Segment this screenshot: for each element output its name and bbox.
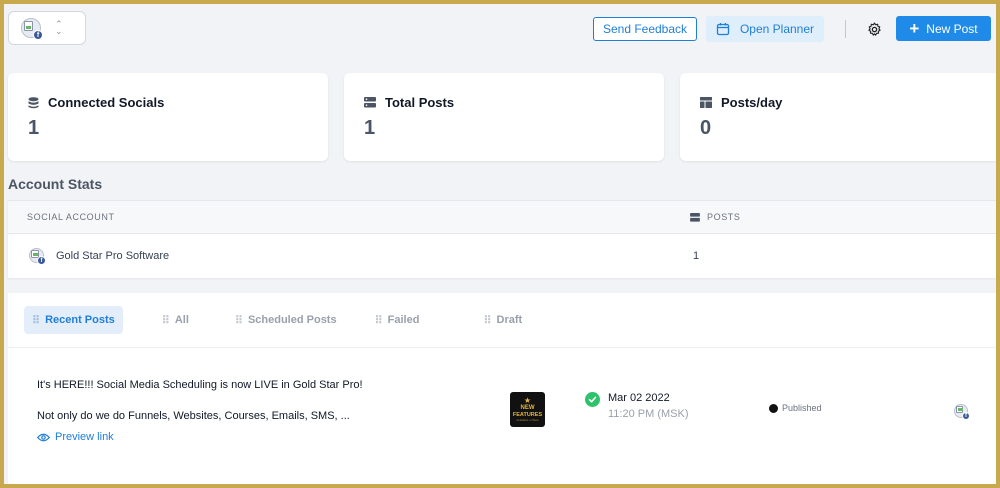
- settings-button[interactable]: [863, 18, 885, 40]
- tab-label: All: [174, 314, 189, 326]
- app-frame: f ⌃ ⌄ Send Feedback Open Planner + New Po…: [4, 4, 996, 484]
- preview-link[interactable]: Preview link: [37, 431, 114, 443]
- status-label: Published: [782, 403, 822, 413]
- post-row: It's HERE!!! Social Media Scheduling is …: [8, 348, 996, 484]
- thumbnail-text-1: NEW: [520, 405, 535, 411]
- broken-image-icon: [956, 406, 963, 413]
- tab-recent-posts[interactable]: ⠿ Recent Posts: [24, 306, 123, 334]
- posts-panel: ⠿ Recent Posts ⠿ All ⠿ Scheduled Posts ⠿…: [8, 293, 996, 484]
- tab-draft[interactable]: ⠿ Draft: [475, 306, 530, 334]
- drag-handle-icon: ⠿: [483, 314, 491, 327]
- gear-icon: [867, 22, 881, 36]
- status-dot-icon: [769, 403, 778, 413]
- facebook-badge-icon: f: [37, 256, 46, 265]
- check-circle-icon: [585, 392, 600, 407]
- post-date: Mar 02 2022: [608, 392, 670, 404]
- post-thumbnail[interactable]: ★ NEW FEATURES Available in Beta: [510, 392, 545, 427]
- post-text-line-2: Not only do we do Funnels, Websites, Cou…: [37, 410, 350, 422]
- tab-label: Draft: [496, 314, 523, 326]
- star-icon: ★: [523, 396, 532, 405]
- drag-handle-icon: ⠿: [374, 314, 383, 327]
- table-row: f Gold Star Pro Software 1: [8, 234, 996, 278]
- account-avatar: f: [29, 248, 46, 265]
- account-stats-title: Account Stats: [8, 176, 103, 192]
- server-icon: [364, 97, 376, 108]
- tab-scheduled-posts[interactable]: ⠿ Scheduled Posts: [227, 306, 345, 334]
- layout-icon: [700, 97, 712, 108]
- post-time: 11:20 PM (MSK): [608, 408, 689, 420]
- open-planner-label: Open Planner: [739, 22, 815, 36]
- drag-handle-icon: ⠿: [32, 314, 40, 327]
- send-feedback-button[interactable]: Send Feedback: [593, 17, 697, 41]
- calendar-icon: [716, 23, 730, 36]
- tab-label: Scheduled Posts: [247, 314, 337, 326]
- account-stats-table: SOCIAL ACCOUNT POSTS f Gold Star Pro Sof…: [8, 200, 996, 278]
- database-icon: [28, 96, 39, 108]
- server-icon: [690, 212, 700, 222]
- column-header-posts-label: POSTS: [707, 212, 741, 222]
- tab-label: Failed: [387, 314, 420, 326]
- stat-card-total-posts: Total Posts 1: [344, 73, 664, 161]
- preview-link-label: Preview link: [55, 431, 114, 443]
- posts-count: 1: [693, 250, 700, 262]
- table-header: SOCIAL ACCOUNT POSTS: [8, 201, 996, 234]
- column-header-social-account: SOCIAL ACCOUNT: [27, 212, 115, 222]
- stat-card-title: Total Posts: [385, 95, 455, 110]
- drag-handle-icon: ⠿: [234, 314, 243, 327]
- tab-failed[interactable]: ⠿ Failed: [367, 306, 428, 334]
- account-switcher[interactable]: f ⌃ ⌄: [8, 11, 86, 45]
- new-post-button[interactable]: + New Post: [896, 16, 991, 41]
- status-badge: Published: [769, 403, 822, 413]
- chevron-up-down-icon: ⌃ ⌄: [55, 19, 63, 36]
- account-avatar: f: [21, 18, 43, 40]
- social-account-cell: f Gold Star Pro Software: [29, 248, 170, 265]
- stat-card-value: 1: [364, 117, 376, 139]
- plus-icon: +: [909, 19, 920, 38]
- drag-handle-icon: ⠿: [161, 314, 170, 327]
- post-text-line-1: It's HERE!!! Social Media Scheduling is …: [37, 379, 363, 391]
- post-account-avatar: f: [954, 404, 970, 420]
- stat-card-posts-per-day: Posts/day 0: [680, 73, 996, 161]
- broken-image-icon: [24, 21, 33, 31]
- tab-label: Recent Posts: [45, 314, 115, 326]
- stat-card-value: 1: [28, 117, 40, 139]
- new-post-label: New Post: [926, 21, 978, 36]
- toolbar-divider: [845, 20, 846, 38]
- eye-icon: [37, 433, 50, 441]
- stat-card-title: Posts/day: [721, 95, 783, 110]
- tab-all[interactable]: ⠿ All: [154, 306, 197, 334]
- open-planner-button[interactable]: Open Planner: [706, 16, 824, 42]
- thumbnail-text-3: Available in Beta: [516, 418, 539, 422]
- social-account-name: Gold Star Pro Software: [56, 249, 170, 262]
- facebook-badge-icon: f: [962, 412, 970, 420]
- stat-card-value: 0: [700, 117, 712, 139]
- stat-card-connected-socials: Connected Socials 1: [8, 73, 328, 161]
- column-header-posts: POSTS: [690, 212, 741, 222]
- stat-card-title: Connected Socials: [48, 95, 165, 110]
- posts-tabs: ⠿ Recent Posts ⠿ All ⠿ Scheduled Posts ⠿…: [24, 306, 530, 334]
- account-avatar: f: [954, 404, 970, 420]
- facebook-badge-icon: f: [33, 30, 43, 40]
